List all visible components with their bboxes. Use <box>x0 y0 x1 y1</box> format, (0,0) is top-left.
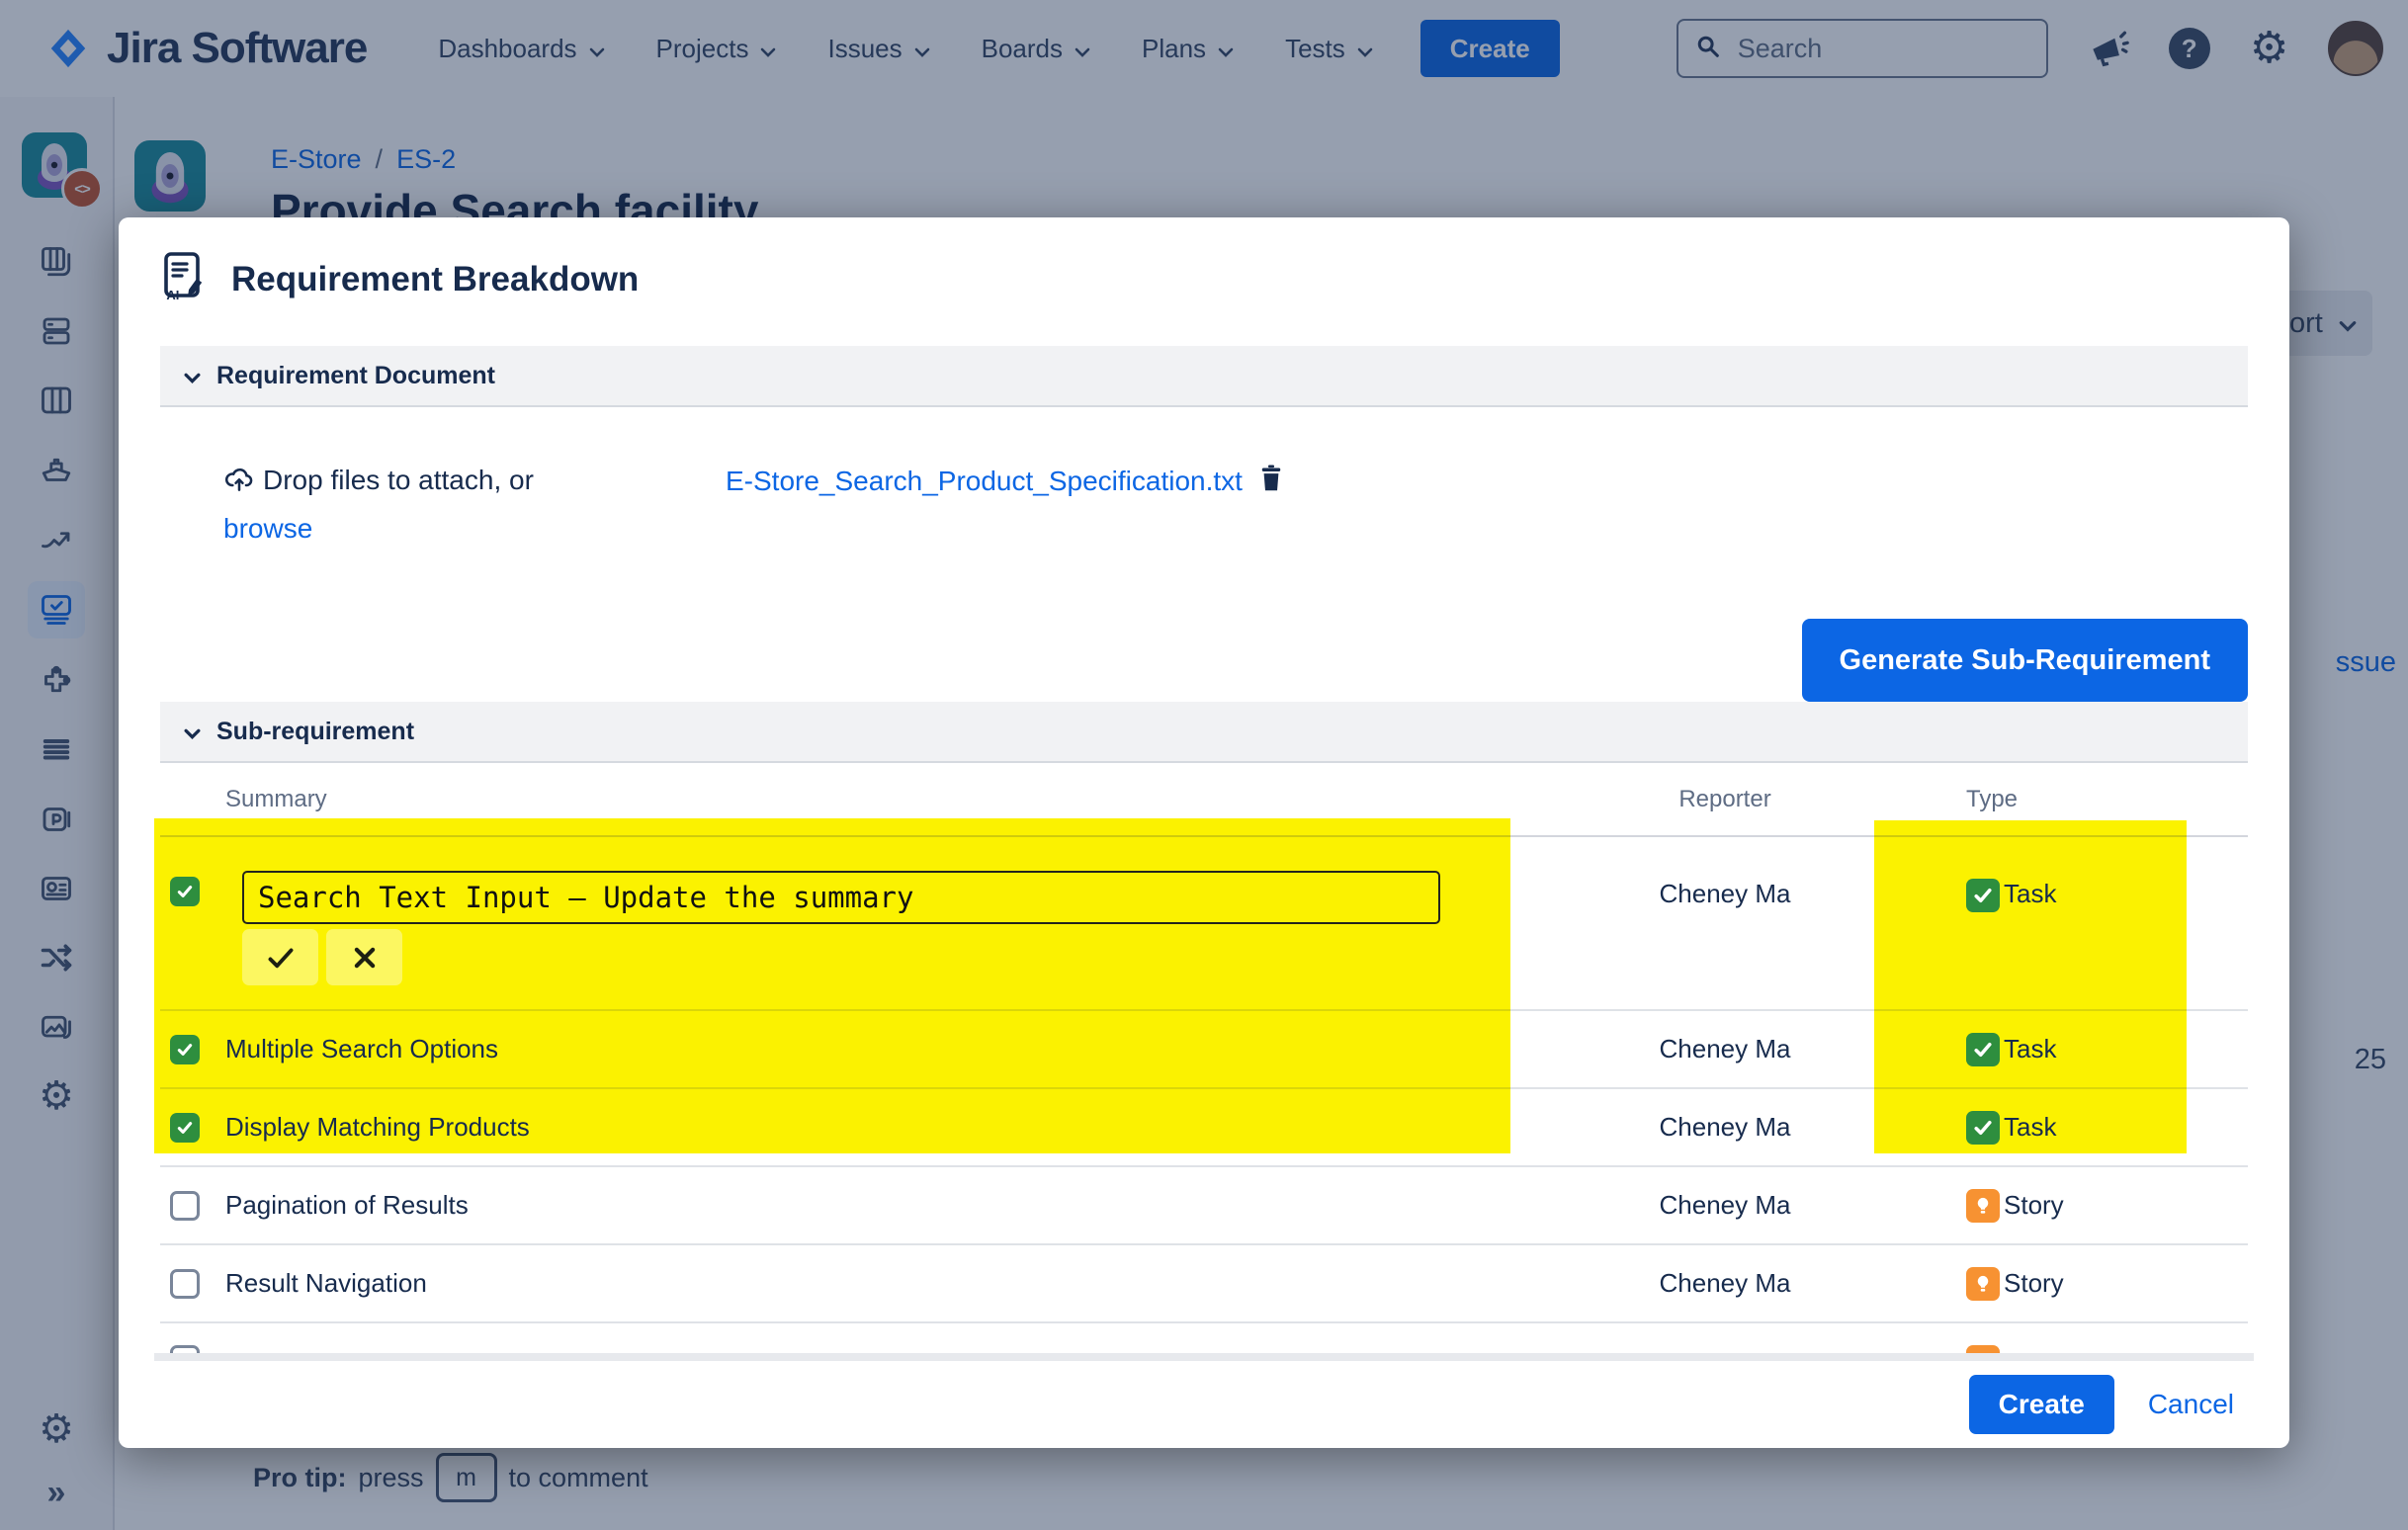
dropzone[interactable]: Drop files to attach, or browse <box>223 459 609 551</box>
chevron-down-icon <box>184 718 201 746</box>
row-reporter: Cheney Ma <box>1596 1034 1853 1064</box>
row-checkbox-unchecked[interactable] <box>170 1345 200 1353</box>
row-checkbox-unchecked[interactable] <box>170 1269 200 1299</box>
requirement-breakdown-modal: AI Requirement Breakdown Requirement Doc… <box>119 217 2289 1448</box>
row-summary[interactable]: Pagination of Results <box>225 1190 1596 1221</box>
row-summary[interactable]: Result Navigation <box>225 1268 1596 1299</box>
attachment-area: Drop files to attach, or browse E-Store_… <box>160 459 1286 551</box>
row-type-label: Task <box>2004 879 2056 909</box>
column-header-type: Type <box>1853 786 2248 813</box>
modal-create-button[interactable]: Create <box>1969 1375 2114 1434</box>
upload-cloud-icon <box>223 464 255 507</box>
row-checkbox-unchecked[interactable] <box>170 1191 200 1221</box>
row-checkbox-checked[interactable] <box>170 1113 200 1143</box>
table-row: Result Navigation Cheney Ma Story <box>160 1245 2248 1323</box>
attached-file-link[interactable]: E-Store_Search_Product_Specification.txt <box>726 466 1243 497</box>
table-row: Display Matching Products Cheney Ma Task <box>160 1089 2248 1167</box>
row-type-label: Task <box>2004 1112 2056 1143</box>
column-header-reporter: Reporter <box>1596 786 1853 813</box>
row-reporter: Cheney Ma <box>1596 1112 1853 1143</box>
task-check-icon <box>1966 1033 2000 1066</box>
modal-title: Requirement Breakdown <box>231 260 639 299</box>
row-summary[interactable]: Display Matching Products <box>225 1112 1596 1143</box>
table-row-clipped <box>160 1323 2248 1353</box>
section-requirement-document[interactable]: Requirement Document <box>160 346 2248 407</box>
delete-file-trash-icon[interactable] <box>1256 463 1286 499</box>
modal-cancel-button[interactable]: Cancel <box>2134 1389 2248 1420</box>
cancel-edit-button[interactable] <box>326 929 402 985</box>
svg-text:AI: AI <box>166 288 179 302</box>
table-scroll-edge <box>154 1353 2254 1361</box>
browse-link[interactable]: browse <box>223 513 312 544</box>
row-checkbox-checked[interactable] <box>170 877 200 906</box>
table-header: Summary Reporter Type <box>160 763 2248 837</box>
row-checkbox-checked[interactable] <box>170 1035 200 1064</box>
sub-requirement-table: Summary Reporter Type Search Text Input … <box>160 763 2248 1361</box>
summary-edit-textarea[interactable]: Search Text Input – Update the summary <box>242 871 1440 924</box>
story-lightbulb-icon <box>1966 1189 2000 1223</box>
chevron-down-icon <box>184 362 201 390</box>
row-reporter: Cheney Ma <box>1596 1268 1853 1299</box>
row-type-label: Story <box>2004 1190 2064 1221</box>
generate-sub-requirement-button[interactable]: Generate Sub-Requirement <box>1802 619 2248 702</box>
story-lightbulb-icon <box>1966 1267 2000 1301</box>
table-row: Search Text Input – Update the summary C… <box>160 837 2248 1011</box>
table-row: Pagination of Results Cheney Ma Story <box>160 1167 2248 1245</box>
confirm-edit-button[interactable] <box>242 929 318 985</box>
section-sub-requirement[interactable]: Sub-requirement <box>160 702 2248 763</box>
task-check-icon <box>1966 1111 2000 1145</box>
row-type-label: Task <box>2004 1034 2056 1064</box>
column-header-summary: Summary <box>225 786 1596 813</box>
ai-document-icon: AI <box>160 251 208 307</box>
story-lightbulb-icon <box>1966 1345 2000 1353</box>
row-reporter: Cheney Ma <box>1596 1190 1853 1221</box>
row-summary[interactable]: Multiple Search Options <box>225 1034 1596 1064</box>
table-row: Multiple Search Options Cheney Ma Task <box>160 1011 2248 1089</box>
task-check-icon <box>1966 879 2000 912</box>
row-type-label: Story <box>2004 1268 2064 1299</box>
row-reporter: Cheney Ma <box>1596 837 1853 909</box>
